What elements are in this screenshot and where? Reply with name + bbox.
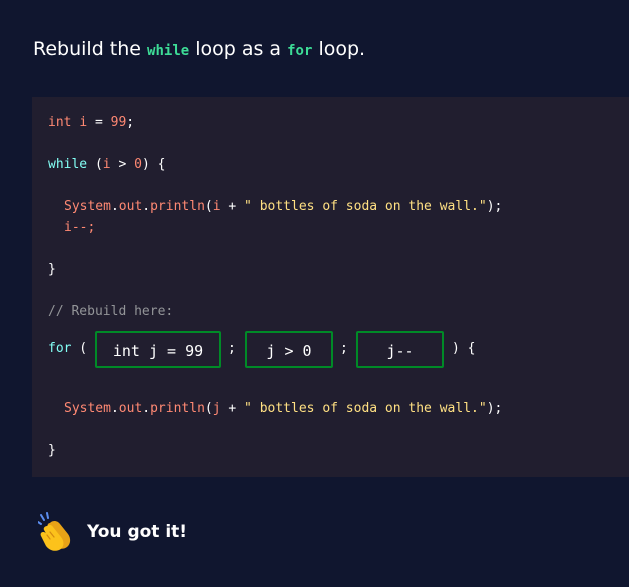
code-line-declaration: int i = 99; — [48, 114, 134, 132]
field-out: out — [118, 401, 143, 416]
prompt-text-after: loop. — [312, 38, 366, 60]
paren-close: ); — [486, 199, 503, 214]
clapping-hands-icon — [37, 512, 76, 552]
code-line-end-brace: } — [48, 443, 56, 458]
keyword-for: for — [48, 341, 72, 356]
string-literal: " bottles of soda on the wall." — [244, 401, 487, 416]
paren-open: ( — [87, 157, 103, 172]
paren-close-brace: ) { — [141, 157, 166, 172]
semicolon-separator-2: ; — [340, 341, 348, 356]
field-out: out — [118, 199, 143, 214]
code-editor-panel: int i = 99; while (i > 0) { System.out.p… — [32, 97, 629, 477]
code-line-println-i: System.out.println(i + " bottles of soda… — [64, 198, 502, 216]
variable-i: i — [79, 115, 88, 130]
variable-j: j — [212, 401, 221, 416]
paren-open: ( — [204, 199, 213, 214]
code-line-println-j: System.out.println(j + " bottles of soda… — [64, 400, 502, 418]
decrement-statement: i--; — [64, 220, 96, 235]
operator-gt: > — [110, 157, 135, 172]
method-println: println — [150, 199, 205, 214]
for-close-brace: ) { — [452, 341, 476, 356]
keyword-int: int — [48, 115, 72, 130]
operator-plus: + — [220, 199, 245, 214]
instruction-prompt: Rebuild the while loop as a for loop. — [33, 36, 365, 64]
code-comment: // Rebuild here: — [48, 304, 174, 319]
prompt-text-before: Rebuild the — [33, 38, 148, 60]
dot: . — [142, 401, 151, 416]
number-99: 99 — [110, 115, 127, 130]
keyword-while: while — [48, 157, 88, 172]
variable-i: i — [102, 157, 111, 172]
success-feedback: You got it! — [37, 512, 188, 552]
prompt-text-middle: loop as a — [189, 38, 288, 60]
dot: . — [142, 199, 151, 214]
number-0: 0 — [134, 157, 142, 172]
method-println: println — [150, 401, 205, 416]
blank-condition-field[interactable]: j > 0 — [245, 331, 333, 368]
code-line-for-keyword: for ( — [48, 340, 87, 358]
string-literal: " bottles of soda on the wall." — [244, 199, 487, 214]
blank-init-field[interactable]: int j = 99 — [95, 331, 221, 368]
paren-open: ( — [204, 401, 213, 416]
dot: . — [110, 401, 119, 416]
code-line-while: while (i > 0) { — [48, 156, 165, 174]
dot: . — [110, 199, 119, 214]
close-brace: } — [48, 262, 56, 277]
operator-assign: = — [87, 115, 111, 130]
code-line-decrement: i--; — [64, 219, 95, 237]
blank-update-field[interactable]: j-- — [356, 331, 444, 368]
prompt-code-for: for — [287, 43, 313, 59]
prompt-code-while: while — [147, 43, 190, 59]
semicolon-separator-1: ; — [228, 341, 236, 356]
feedback-message: You got it! — [87, 522, 188, 542]
semicolon: ; — [126, 115, 135, 130]
paren-open: ( — [71, 341, 88, 356]
variable-i: i — [212, 199, 221, 214]
class-system: System — [64, 199, 111, 214]
paren-close: ); — [486, 401, 503, 416]
operator-plus: + — [220, 401, 245, 416]
code-line-close-brace: } — [48, 261, 56, 279]
class-system: System — [64, 401, 111, 416]
